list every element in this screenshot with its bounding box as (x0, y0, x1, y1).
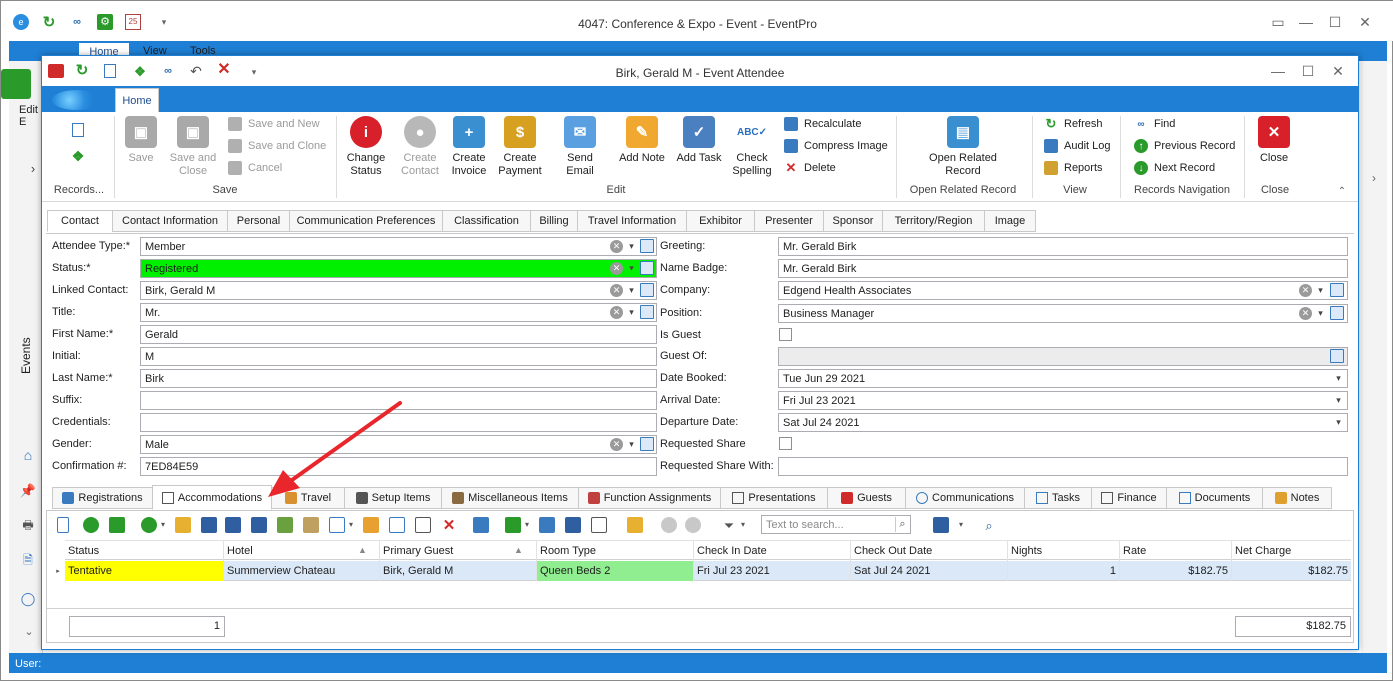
annotation-arrow (268, 401, 402, 497)
